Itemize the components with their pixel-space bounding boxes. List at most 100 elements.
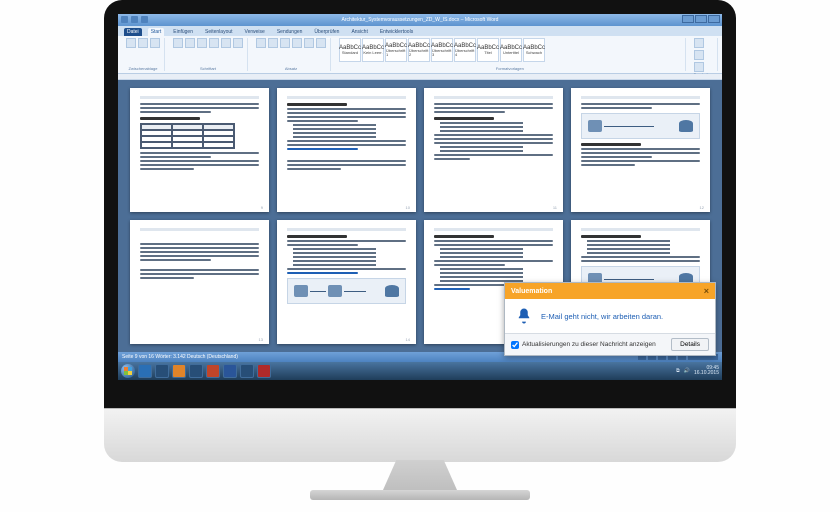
taskbar-explorer-icon[interactable] [155, 364, 169, 378]
italic-icon[interactable] [209, 38, 219, 48]
close-icon[interactable]: × [704, 286, 709, 296]
tab-review[interactable]: Überprüfen [311, 28, 342, 36]
taskbar-word-icon[interactable] [223, 364, 237, 378]
tab-references[interactable]: Verweise [242, 28, 268, 36]
tab-view[interactable]: Ansicht [348, 28, 370, 36]
replace-icon[interactable] [694, 50, 704, 60]
architecture-diagram [287, 278, 406, 304]
document-page[interactable]: 10 [277, 88, 416, 212]
document-page[interactable]: 9 [130, 88, 269, 212]
style-item[interactable]: AaBbCcKein Leerr. [362, 38, 384, 62]
toast-checkbox[interactable]: Aktualisierungen zu dieser Nachricht anz… [511, 341, 665, 349]
tray-date: 16.10.2015 [694, 371, 719, 376]
document-page[interactable]: 13 [130, 220, 269, 344]
desktop-screen: Architektur_Systemvoraussetzungen_ZD_W_I… [118, 14, 722, 380]
toast-body: E-Mail geht nicht, wir arbeiten daran. [505, 299, 715, 333]
fontsize-select[interactable] [185, 38, 195, 48]
tab-insert[interactable]: Einfügen [170, 28, 196, 36]
shading-icon[interactable] [316, 38, 326, 48]
taskbar-excel-icon[interactable] [240, 364, 254, 378]
style-item[interactable]: AaBbCcÜberschrift 4 [454, 38, 476, 62]
bell-icon [515, 307, 533, 325]
taskbar-outlook-icon[interactable] [189, 364, 203, 378]
find-icon[interactable] [694, 38, 704, 48]
details-button[interactable]: Details [671, 338, 709, 351]
ribbon-group-paragraph: Absatz [252, 38, 331, 71]
qat-save-icon[interactable] [121, 16, 128, 23]
window-close-button[interactable] [708, 15, 720, 23]
windows-taskbar[interactable]: ⧉ 🔊 09:45 16.10.2015 [118, 362, 722, 380]
numbering-icon[interactable] [268, 38, 278, 48]
ribbon-tabs: Datei Start Einfügen Seitenlayout Verwei… [118, 26, 722, 36]
ribbon-group-styles: AaBbCcStandard AaBbCcKein Leerr. AaBbCcÜ… [335, 38, 686, 71]
tab-mailings[interactable]: Sendungen [274, 28, 306, 36]
taskbar-acrobat-icon[interactable] [257, 364, 271, 378]
imac-bezel: Architektur_Systemvoraussetzungen_ZD_W_I… [104, 0, 736, 408]
style-item[interactable]: AaBbCcTitel [477, 38, 499, 62]
paste-icon[interactable] [126, 38, 136, 48]
toast-checkbox-label: Aktualisierungen zu dieser Nachricht anz… [522, 341, 656, 348]
imac-foot [310, 490, 530, 500]
style-item[interactable]: AaBbCcÜberschrift 2 [408, 38, 430, 62]
tab-developer[interactable]: Entwicklertools [377, 28, 416, 36]
ribbon-group-editing: Bearbeiten [690, 38, 718, 71]
style-item[interactable]: AaBbCcUntertitel [500, 38, 522, 62]
table [140, 123, 235, 149]
ribbon-group-label: Schriftart [173, 66, 243, 71]
bullets-icon[interactable] [256, 38, 266, 48]
toast-header[interactable]: Valuemation × [505, 283, 715, 299]
tray-clock[interactable]: 09:45 16.10.2015 [694, 366, 719, 376]
cut-icon[interactable] [138, 38, 148, 48]
system-tray[interactable]: ⧉ 🔊 09:45 16.10.2015 [676, 366, 719, 376]
window-maximize-button[interactable] [695, 15, 707, 23]
ribbon-group-label: Zwischenablage [126, 66, 160, 71]
taskbar-powerpoint-icon[interactable] [206, 364, 220, 378]
updates-checkbox[interactable] [511, 341, 519, 349]
font-select[interactable] [173, 38, 183, 48]
statusbar-info: Seite 9 von 16 Wörter: 3.142 Deutsch (De… [122, 354, 238, 360]
document-page[interactable]: 12 [571, 88, 710, 212]
ribbon: Zwischenablage Schriftart [118, 36, 722, 74]
select-icon[interactable] [694, 62, 704, 72]
imac-chin [104, 408, 736, 462]
fontcolor-icon[interactable] [233, 38, 243, 48]
toast-title: Valuemation [511, 288, 552, 295]
tray-network-icon[interactable]: ⧉ [676, 368, 680, 374]
style-gallery[interactable]: AaBbCcStandard AaBbCcKein Leerr. AaBbCcÜ… [339, 38, 681, 62]
window-minimize-button[interactable] [682, 15, 694, 23]
ribbon-group-clipboard: Zwischenablage [122, 38, 165, 71]
tray-volume-icon[interactable]: 🔊 [684, 368, 690, 374]
tab-file[interactable]: Datei [124, 28, 142, 36]
start-button[interactable] [121, 364, 135, 378]
imac-frame: Architektur_Systemvoraussetzungen_ZD_W_I… [104, 0, 736, 498]
style-item[interactable]: AaBbCcÜberschrift 3 [431, 38, 453, 62]
qat-undo-icon[interactable] [131, 16, 138, 23]
copy-icon[interactable] [150, 38, 160, 48]
notification-toast: Valuemation × E-Mail geht nicht, wir arb… [504, 282, 716, 356]
document-page[interactable]: 11 [424, 88, 563, 212]
ribbon-group-label: Formatvorlagen [339, 66, 681, 71]
tab-pagelayout[interactable]: Seitenlayout [202, 28, 236, 36]
ribbon-group-label: Absatz [256, 66, 326, 71]
taskbar-firefox-icon[interactable] [172, 364, 186, 378]
imac-stand [383, 460, 457, 490]
toast-footer: Aktualisierungen zu dieser Nachricht anz… [505, 333, 715, 355]
underline-icon[interactable] [221, 38, 231, 48]
style-item[interactable]: AaBbCcStandard [339, 38, 361, 62]
window-title: Architektur_Systemvoraussetzungen_ZD_W_I… [342, 17, 499, 23]
linespacing-icon[interactable] [304, 38, 314, 48]
document-page[interactable]: 14 [277, 220, 416, 344]
indent-icon[interactable] [280, 38, 290, 48]
style-item[interactable]: AaBbCcSchwach [523, 38, 545, 62]
taskbar-ie-icon[interactable] [138, 364, 152, 378]
tab-start[interactable]: Start [148, 28, 165, 36]
ribbon-group-font: Schriftart [169, 38, 248, 71]
qat-redo-icon[interactable] [141, 16, 148, 23]
align-icon[interactable] [292, 38, 302, 48]
bold-icon[interactable] [197, 38, 207, 48]
architecture-diagram [581, 113, 700, 139]
style-item[interactable]: AaBbCcÜberschrift 1 [385, 38, 407, 62]
toast-message: E-Mail geht nicht, wir arbeiten daran. [541, 312, 663, 321]
window-titlebar[interactable]: Architektur_Systemvoraussetzungen_ZD_W_I… [118, 14, 722, 26]
quick-access-toolbar[interactable] [121, 16, 148, 23]
